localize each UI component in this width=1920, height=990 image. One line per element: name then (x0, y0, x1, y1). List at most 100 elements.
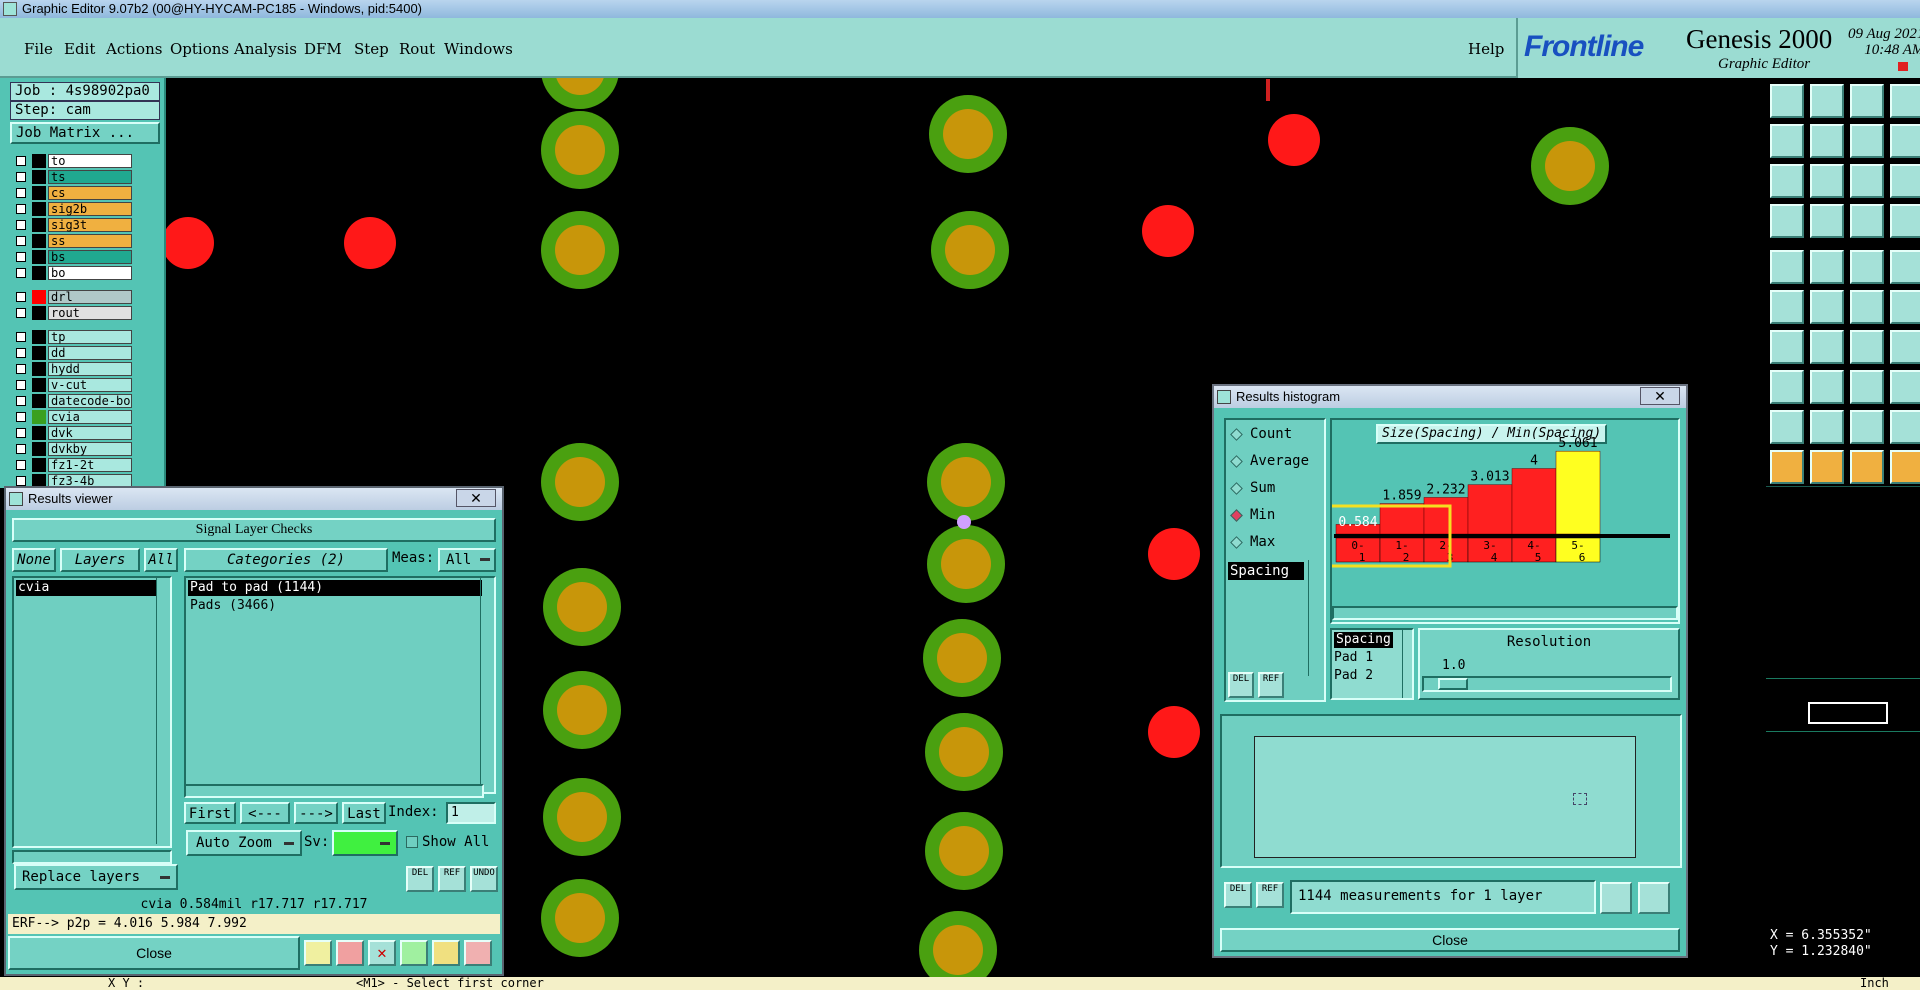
menu-file[interactable]: File (24, 40, 53, 58)
layer-icon[interactable] (304, 940, 332, 966)
ref-button[interactable]: REF (438, 866, 466, 892)
polygon-b-icon[interactable] (1850, 410, 1884, 444)
menu-rout[interactable]: Rout (399, 40, 435, 58)
menu-options[interactable]: Options (170, 40, 229, 58)
last-button[interactable]: Last (342, 802, 386, 824)
show-all-checkbox[interactable] (406, 836, 418, 848)
grid-icon[interactable] (1810, 204, 1844, 238)
all-button[interactable]: All (144, 548, 178, 572)
save-icon[interactable] (1810, 84, 1844, 118)
zoom-in-icon[interactable] (1600, 882, 1632, 914)
layer-name[interactable]: dvkby (48, 442, 132, 456)
rotate-icon[interactable] (1850, 330, 1884, 364)
layers-icon[interactable] (1890, 204, 1920, 238)
horizontal-scrollbar[interactable] (184, 784, 484, 798)
layer-checkbox[interactable] (16, 476, 26, 486)
layer-checkbox[interactable] (16, 460, 26, 470)
vertical-scrollbar[interactable] (1308, 560, 1320, 676)
layer-checkbox[interactable] (16, 348, 26, 358)
layer-row[interactable]: bs (14, 250, 132, 264)
list-item[interactable]: cvia (16, 580, 156, 596)
layer-row[interactable]: rout (14, 306, 132, 320)
layer-name[interactable]: rout (48, 306, 132, 320)
undo-icon[interactable] (1850, 124, 1884, 158)
layer-name[interactable]: sig2b (48, 202, 132, 216)
vertical-scrollbar[interactable] (1402, 630, 1412, 698)
triangle-icon[interactable] (1770, 410, 1804, 444)
close-button[interactable]: Close (8, 936, 300, 970)
route-b-icon[interactable] (1770, 370, 1804, 404)
layer-name[interactable]: bo (48, 266, 132, 280)
del-button[interactable]: DEL (1224, 882, 1252, 908)
layer-checkbox[interactable] (16, 268, 26, 278)
prev-button[interactable]: <--- (240, 802, 290, 824)
histogram-bar[interactable] (1555, 450, 1601, 535)
ref-button[interactable]: REF (1256, 882, 1284, 908)
fit-icon[interactable] (1770, 164, 1804, 198)
pointer-icon[interactable] (1770, 450, 1804, 484)
resolution-slider[interactable] (1422, 676, 1672, 692)
layer-checkbox[interactable] (16, 188, 26, 198)
layer-checkbox[interactable] (16, 428, 26, 438)
menu-actions[interactable]: Actions (106, 40, 162, 58)
layer-name[interactable]: bs (48, 250, 132, 264)
layer-name[interactable]: drl (48, 290, 132, 304)
horizontal-scrollbar[interactable] (1332, 606, 1678, 620)
clear-icon[interactable]: ✕ (368, 940, 396, 966)
layer-checkbox[interactable] (16, 412, 26, 422)
layer-row[interactable]: dvk (14, 426, 132, 440)
layer-row[interactable]: cs (14, 186, 132, 200)
layer-name[interactable]: hydd (48, 362, 132, 376)
layer-name[interactable]: tp (48, 330, 132, 344)
layer-row[interactable]: sig2b (14, 202, 132, 216)
replace-layers-dropdown[interactable]: Replace layers (14, 864, 178, 890)
pad-shape-icon[interactable] (1890, 250, 1920, 284)
pointer-edit-icon[interactable] (1850, 450, 1884, 484)
highlight-icon[interactable] (336, 940, 364, 966)
layer-checkbox[interactable] (16, 172, 26, 182)
list-item[interactable]: Spacing (1334, 632, 1393, 648)
polygon-a-icon[interactable] (1810, 410, 1844, 444)
layer-checkbox[interactable] (16, 236, 26, 246)
cross-icon[interactable] (1810, 290, 1844, 324)
layer-row[interactable]: sig3t (14, 218, 132, 232)
ref-button[interactable]: REF (1258, 672, 1284, 698)
export-icon[interactable] (400, 940, 428, 966)
layer-name[interactable]: ss (48, 234, 132, 248)
layer-checkbox[interactable] (16, 396, 26, 406)
layer-row[interactable]: dd (14, 346, 132, 360)
layer-name[interactable]: dvk (48, 426, 132, 440)
undo-button[interactable]: UNDO (470, 866, 498, 892)
none-button[interactable]: None (12, 548, 56, 572)
histogram-icon[interactable] (464, 940, 492, 966)
copy-icon[interactable] (1810, 250, 1844, 284)
layer-checkbox[interactable] (16, 332, 26, 342)
filter-right-icon[interactable] (1810, 124, 1844, 158)
layer-row[interactable]: cvia (14, 410, 132, 424)
menu-dfm[interactable]: DFM (304, 40, 342, 58)
connect-icon[interactable] (1770, 290, 1804, 324)
auto-zoom-dropdown[interactable]: Auto Zoom (186, 830, 302, 856)
filter-left-icon[interactable] (1770, 124, 1804, 158)
layer-name[interactable]: cvia (48, 410, 132, 424)
list-item[interactable]: Pads (3466) (188, 598, 276, 614)
layer-checkbox[interactable] (16, 364, 26, 374)
overview-viewport[interactable] (1808, 702, 1888, 724)
menu-windows[interactable]: Windows (444, 40, 513, 58)
job-matrix-button[interactable]: Job Matrix ... (10, 122, 160, 144)
close-icon[interactable]: ✕ (1640, 387, 1680, 405)
menu-edit[interactable]: Edit (64, 40, 95, 58)
layer-checkbox[interactable] (16, 220, 26, 230)
del-button[interactable]: DEL (1228, 672, 1254, 698)
layer-name[interactable]: ts (48, 170, 132, 184)
multi-pin-icon[interactable] (1850, 370, 1884, 404)
net-icon[interactable] (1850, 204, 1884, 238)
route-icon[interactable] (1890, 330, 1920, 364)
pin-icon[interactable] (1890, 290, 1920, 324)
histogram-titlebar[interactable]: Results histogram (1214, 386, 1686, 408)
open-job-icon[interactable] (1770, 84, 1804, 118)
help-icon[interactable] (1890, 164, 1920, 198)
step-icon[interactable] (1890, 370, 1920, 404)
report-icon[interactable] (432, 940, 460, 966)
pointer-select-icon[interactable] (1810, 450, 1844, 484)
